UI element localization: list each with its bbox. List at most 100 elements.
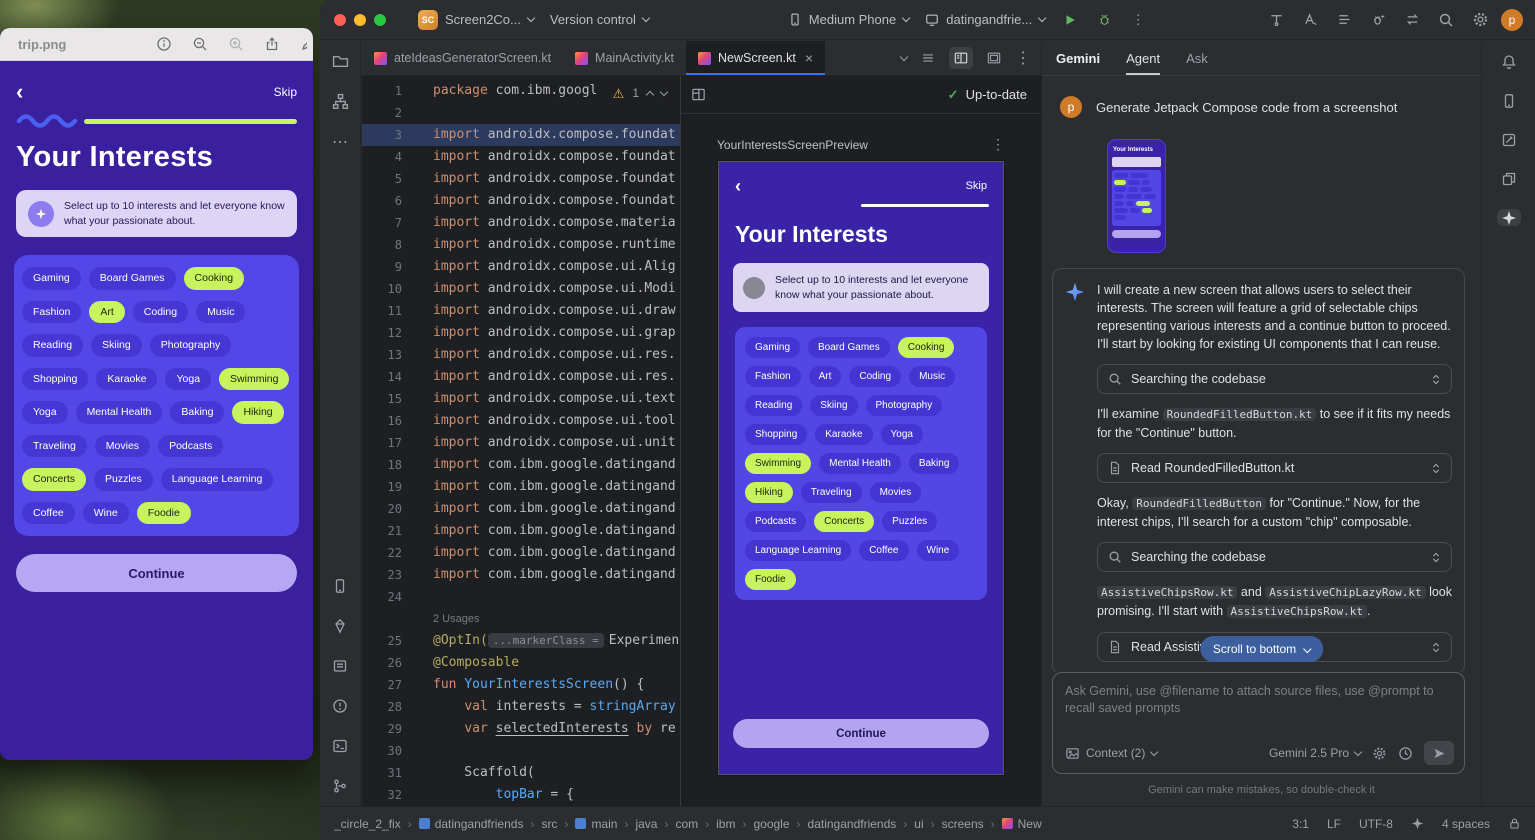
breadcrumb-screens[interactable]: screens: [942, 817, 984, 831]
logcat-icon[interactable]: [332, 657, 348, 674]
tool-call-row[interactable]: Searching the codebase: [1097, 542, 1452, 572]
code-line[interactable]: 31 Scaffold(: [362, 762, 680, 784]
chip-yoga[interactable]: Yoga: [881, 424, 923, 445]
ai-status-icon[interactable]: [1411, 817, 1424, 830]
swap-icon[interactable]: [1399, 12, 1425, 27]
breadcrumb-main[interactable]: main: [575, 817, 617, 831]
zoom-in-icon[interactable]: [228, 36, 244, 52]
more-tool-windows-icon[interactable]: ⋯: [332, 133, 348, 150]
chip-skiing[interactable]: Skiing: [810, 395, 857, 416]
notifications-bell-icon[interactable]: [1501, 53, 1517, 70]
code-line[interactable]: 32 topBar = {: [362, 784, 680, 806]
chip-traveling[interactable]: Traveling: [801, 482, 862, 503]
project-tool-icon[interactable]: [332, 53, 349, 70]
problems-icon[interactable]: [332, 697, 348, 714]
info-icon[interactable]: [156, 36, 172, 52]
user-avatar[interactable]: p: [1501, 9, 1523, 31]
code-line[interactable]: 6import androidx.compose.foundat: [362, 190, 680, 212]
caret-position[interactable]: 3:1: [1292, 817, 1309, 831]
code-line[interactable]: 14import androidx.compose.ui.res.: [362, 366, 680, 388]
design-view-button[interactable]: [982, 47, 1006, 69]
code-line[interactable]: 27fun YourInterestsScreen() {: [362, 674, 680, 696]
hidden-tabs-chevron-icon[interactable]: [900, 52, 908, 60]
project-selector[interactable]: SC Screen2Co...: [414, 10, 538, 30]
code-line[interactable]: 12import androidx.compose.ui.grap: [362, 322, 680, 344]
breadcrumb-New[interactable]: New: [1002, 817, 1042, 831]
file-encoding[interactable]: UTF-8: [1359, 817, 1393, 831]
breadcrumb-ui[interactable]: ui: [914, 817, 923, 831]
debug-button[interactable]: [1091, 12, 1117, 27]
gemini-settings-icon[interactable]: [1372, 746, 1387, 761]
code-line[interactable]: 13import androidx.compose.ui.res.: [362, 344, 680, 366]
lock-icon[interactable]: [1508, 817, 1521, 830]
expand-collapse-icon[interactable]: [1431, 373, 1441, 386]
code-line[interactable]: 16import androidx.compose.ui.tool: [362, 410, 680, 432]
chip-concerts[interactable]: Concerts: [814, 511, 874, 532]
breadcrumb-datingandfriends[interactable]: datingandfriends: [419, 817, 524, 831]
chip-photography[interactable]: Photography: [866, 395, 943, 416]
expand-collapse-icon[interactable]: [1431, 551, 1441, 564]
line-separator[interactable]: LF: [1327, 817, 1341, 831]
minimize-window-icon[interactable]: [354, 14, 366, 26]
image-window-titlebar[interactable]: trip.png: [0, 28, 313, 61]
tab-ateIdeasGeneratorScreen.kt[interactable]: ateIdeasGeneratorScreen.kt: [362, 41, 563, 75]
inspection-widget[interactable]: ⚠ 1: [608, 84, 672, 102]
chip-karaoke[interactable]: Karaoke: [815, 424, 872, 445]
chip-fashion[interactable]: Fashion: [745, 366, 801, 387]
chip-puzzles[interactable]: Puzzles: [882, 511, 937, 532]
code-view-button[interactable]: [916, 47, 940, 69]
tab-options-icon[interactable]: ⋮: [1015, 48, 1031, 68]
preview-menu-icon[interactable]: ⋮: [991, 136, 1005, 153]
breadcrumb-datingandfriends[interactable]: datingandfriends: [808, 817, 897, 831]
preview-layout-icon[interactable]: [691, 87, 706, 102]
markup-pencil-icon[interactable]: [300, 36, 307, 52]
preview-name[interactable]: YourInterestsScreenPreview: [717, 138, 868, 152]
code-line[interactable]: 23import com.ibm.google.datingand: [362, 564, 680, 586]
code-line[interactable]: 10import androidx.compose.ui.Modi: [362, 278, 680, 300]
code-line[interactable]: 11import androidx.compose.ui.draw: [362, 300, 680, 322]
code-line[interactable]: 22import com.ibm.google.datingand: [362, 542, 680, 564]
code-line[interactable]: 19import com.ibm.google.datingand: [362, 476, 680, 498]
code-line[interactable]: 25@OptIn(...markerClass =Experiment: [362, 630, 680, 652]
tool-call-row[interactable]: Read RoundedFilledButton.kt: [1097, 453, 1452, 483]
code-line[interactable]: 21import com.ibm.google.datingand: [362, 520, 680, 542]
code-line[interactable]: 29 var selectedInterests by re: [362, 718, 680, 740]
version-control-icon[interactable]: [332, 777, 348, 794]
chip-movies[interactable]: Movies: [870, 482, 922, 503]
code-line[interactable]: 7import androidx.compose.materia: [362, 212, 680, 234]
code-line[interactable]: 4import androidx.compose.foundat: [362, 146, 680, 168]
code-line[interactable]: 24: [362, 586, 680, 608]
close-window-icon[interactable]: [334, 14, 346, 26]
device-manager-icon[interactable]: [1501, 92, 1517, 109]
code-line[interactable]: 2 Usages: [362, 608, 680, 630]
more-actions-icon[interactable]: ⋮: [1125, 12, 1151, 28]
breadcrumb-java[interactable]: java: [635, 817, 657, 831]
tool-call-row[interactable]: Searching the codebase: [1097, 364, 1452, 394]
maximize-window-icon[interactable]: [374, 14, 386, 26]
terminal-icon[interactable]: [332, 737, 348, 754]
chip-baking[interactable]: Baking: [909, 453, 960, 474]
breadcrumb-google[interactable]: google: [753, 817, 789, 831]
chip-mental-health[interactable]: Mental Health: [819, 453, 901, 474]
task-list-icon[interactable]: [1331, 12, 1357, 27]
breadcrumb-src[interactable]: src: [541, 817, 557, 831]
devtools-icon[interactable]: [1263, 12, 1289, 27]
scroll-to-bottom-button[interactable]: Scroll to bottom: [1200, 636, 1323, 662]
tab-agent[interactable]: Agent: [1126, 41, 1160, 75]
compose-preview-phone[interactable]: ‹ Skip Your Interests Select up to 10 in…: [718, 161, 1004, 775]
window-controls[interactable]: [334, 14, 386, 26]
context-selector[interactable]: Context (2): [1065, 746, 1157, 761]
breadcrumb-_circle_2_fix[interactable]: _circle_2_fix: [334, 817, 401, 831]
vcs-widget[interactable]: Version control: [546, 12, 653, 27]
tab-MainActivity.kt[interactable]: MainActivity.kt: [563, 41, 686, 75]
code-line[interactable]: 3import androidx.compose.foundat: [362, 124, 680, 146]
search-icon[interactable]: [1433, 12, 1459, 28]
device-selector[interactable]: Medium Phone: [784, 12, 913, 27]
code-line[interactable]: 8import androidx.compose.runtime: [362, 234, 680, 256]
chip-art[interactable]: Art: [809, 366, 842, 387]
gemini-tool-icon[interactable]: [1497, 209, 1521, 226]
breadcrumb-ibm[interactable]: ibm: [716, 817, 735, 831]
breadcrumb-com[interactable]: com: [675, 817, 698, 831]
chip-podcasts[interactable]: Podcasts: [745, 511, 806, 532]
split-view-button[interactable]: [949, 47, 973, 69]
